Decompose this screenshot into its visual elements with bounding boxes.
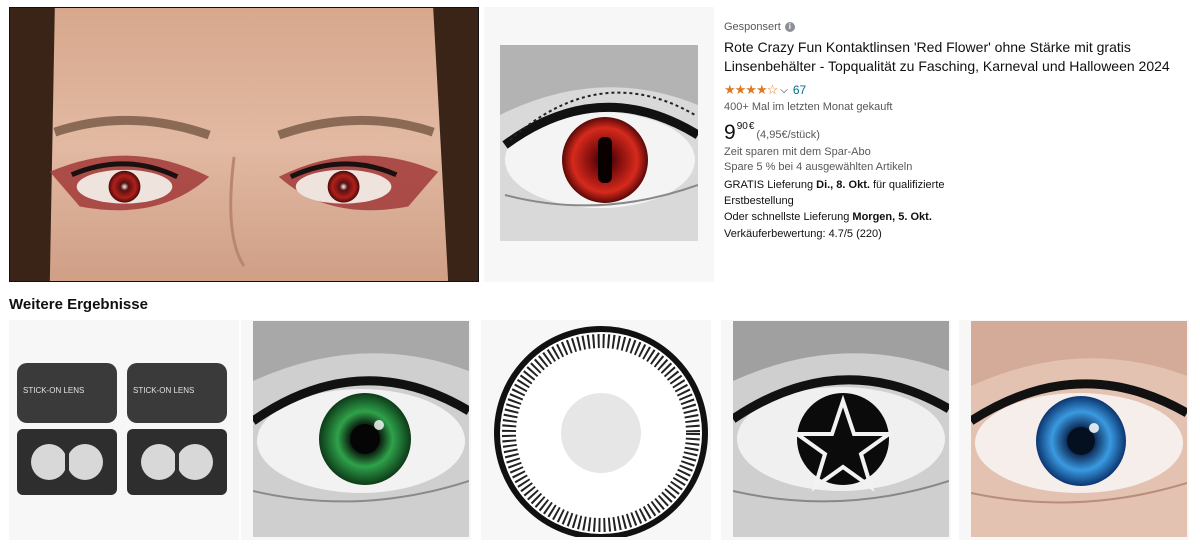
rating-row[interactable]: ★★★★☆ ⌵ 67 bbox=[724, 82, 1174, 98]
case-label-left: STICK-ON LENS bbox=[23, 386, 84, 395]
white-sclera-lens-image[interactable] bbox=[493, 321, 709, 537]
green-lens-eye-image[interactable] bbox=[253, 321, 469, 537]
fast-delivery-prefix: Oder schnellste Lieferung bbox=[724, 211, 853, 223]
rating-count-link[interactable]: 67 bbox=[793, 83, 806, 97]
sponsored-label[interactable]: Gesponsert i bbox=[724, 21, 1174, 33]
seller-rating: Verkäuferbewertung: 4.7/5 (220) bbox=[724, 228, 882, 240]
result-tile-1[interactable]: STICK-ON LENS STICK-ON LENS bbox=[9, 320, 239, 540]
price-currency: € bbox=[748, 121, 755, 132]
case-label-right: STICK-ON LENS bbox=[133, 386, 194, 395]
product-title-link[interactable]: Rote Crazy Fun Kontaktlinsen 'Red Flower… bbox=[724, 38, 1174, 76]
lens-case-image[interactable]: STICK-ON LENS STICK-ON LENS bbox=[9, 321, 239, 537]
delivery-suffix: für qualifizierte bbox=[869, 179, 945, 191]
more-results-row: STICK-ON LENS STICK-ON LENS bbox=[9, 320, 1189, 540]
delivery-line2: Erstbestellung bbox=[724, 195, 794, 207]
result-tile-4[interactable] bbox=[721, 320, 951, 540]
product-info: Gesponsert i Rote Crazy Fun Kontaktlinse… bbox=[724, 21, 1174, 240]
save-percent-text: Spare 5 % bei 4 ausgewählten Artikeln bbox=[724, 161, 913, 173]
result-tile-3[interactable] bbox=[481, 320, 711, 540]
chevron-down-icon[interactable]: ⌵ bbox=[780, 85, 788, 96]
result-tile-2[interactable] bbox=[241, 320, 471, 540]
result-tile-5[interactable] bbox=[959, 320, 1189, 540]
price-fraction: 90 bbox=[736, 121, 748, 132]
subscribe-save-text: Zeit sparen mit dem Spar-Abo bbox=[724, 146, 871, 158]
red-eyes-face-image bbox=[10, 8, 478, 281]
product-image-area[interactable] bbox=[484, 7, 714, 282]
pentagram-lens-eye-image[interactable] bbox=[733, 321, 949, 537]
red-lens-eye-image[interactable] bbox=[500, 45, 698, 241]
blue-lens-eye-image[interactable] bbox=[971, 321, 1187, 537]
unit-price: (4,95€/stück) bbox=[756, 129, 820, 141]
price[interactable]: 9 90 € (4,95€/stück) bbox=[724, 121, 1174, 144]
delivery-date: Di., 8. Okt. bbox=[816, 179, 870, 191]
price-whole: 9 bbox=[724, 121, 736, 144]
sponsored-text: Gesponsert bbox=[724, 21, 781, 33]
hero-banner-image[interactable] bbox=[9, 7, 479, 282]
fast-delivery-date: Morgen, 5. Okt. bbox=[852, 211, 932, 223]
delivery-prefix: GRATIS Lieferung bbox=[724, 179, 817, 191]
more-results-heading: Weitere Ergebnisse bbox=[9, 296, 148, 313]
star-rating-icon[interactable]: ★★★★☆ bbox=[724, 82, 778, 98]
sponsored-product-card[interactable]: Gesponsert i Rote Crazy Fun Kontaktlinse… bbox=[484, 7, 1184, 282]
bought-count-text: 400+ Mal im letzten Monat gekauft bbox=[724, 101, 893, 113]
info-icon[interactable]: i bbox=[784, 22, 795, 32]
delivery-info: GRATIS Lieferung Di., 8. Okt. für qualif… bbox=[724, 177, 1174, 225]
